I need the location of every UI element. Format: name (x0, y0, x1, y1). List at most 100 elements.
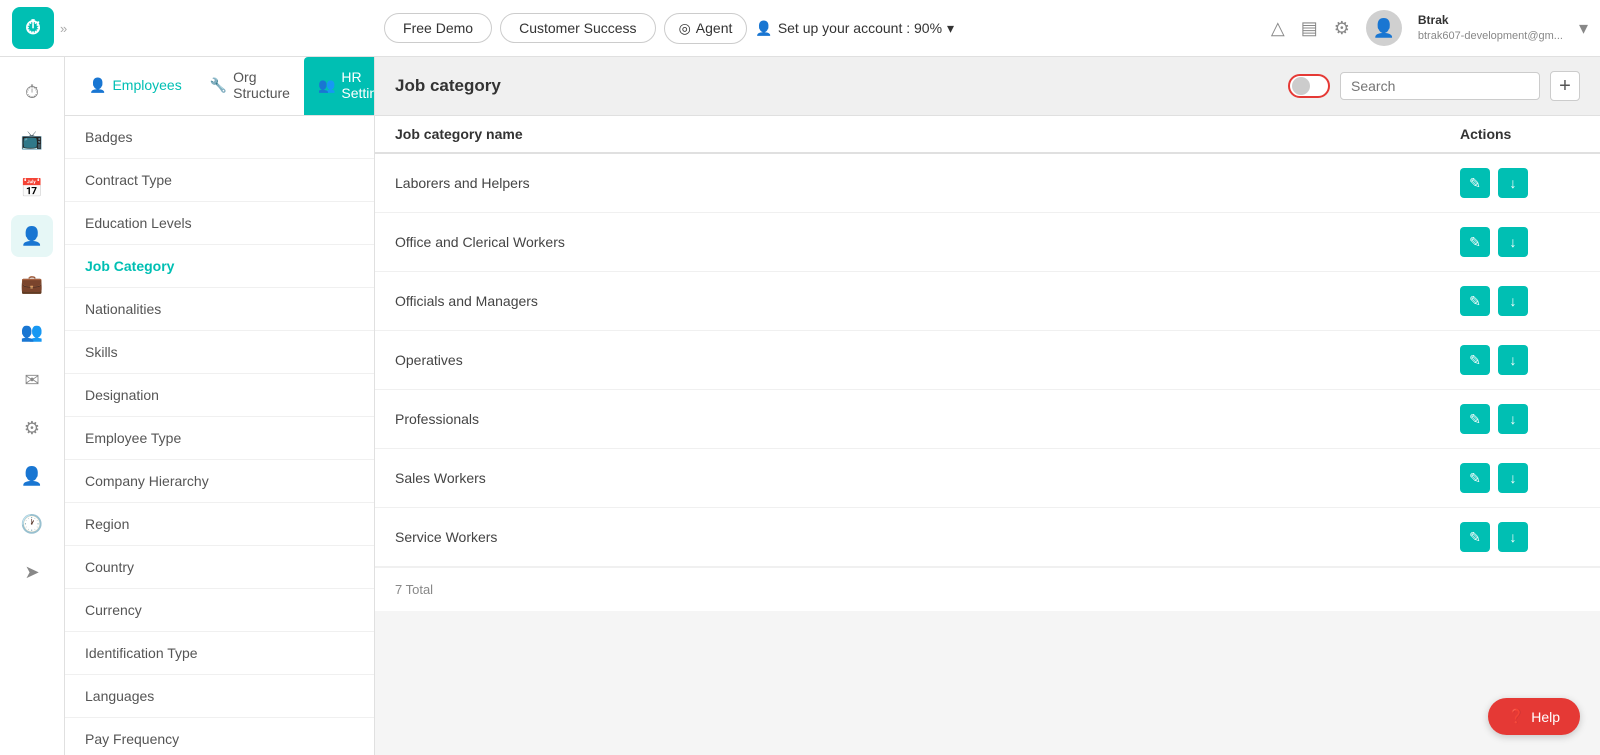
col-job-category-name: Job category name (395, 126, 1460, 142)
sidebar-icon-send[interactable]: ➤ (11, 551, 53, 593)
sidebar-item-employee-type[interactable]: Employee Type (65, 417, 374, 460)
page-title: Job category (395, 76, 501, 96)
avatar-icon: 👤 (1373, 18, 1395, 39)
sidebar-item-languages[interactable]: Languages (65, 675, 374, 718)
sidebar-icon-time[interactable]: 🕐 (11, 503, 53, 545)
document-icon[interactable]: ▤ (1301, 18, 1318, 39)
sidebar-item-nationalities[interactable]: Nationalities (65, 288, 374, 331)
edit-button[interactable]: ✎ (1460, 168, 1490, 198)
header-right: + (1288, 71, 1580, 101)
row-name: Laborers and Helpers (395, 175, 1460, 191)
sidebar-item-skills[interactable]: Skills (65, 331, 374, 374)
action-icons: ✎ ↓ (1460, 463, 1580, 493)
help-button[interactable]: ❓ Help (1488, 698, 1580, 735)
setup-label: Set up your account : 90% (778, 20, 942, 36)
download-button[interactable]: ↓ (1498, 463, 1528, 493)
navbar-center: Free Demo Customer Success ◎ Agent 👤 Set… (87, 13, 1251, 44)
action-icons: ✎ ↓ (1460, 168, 1580, 198)
left-sidebar: ⏱ 📺 📅 👤 💼 👥 ✉ ⚙ 👤 🕐 ➤ (0, 57, 65, 755)
sidebar-item-currency[interactable]: Currency (65, 589, 374, 632)
customer-success-button[interactable]: Customer Success (500, 13, 655, 43)
setup-button[interactable]: 👤 Set up your account : 90% ▾ (755, 20, 954, 37)
download-button[interactable]: ↓ (1498, 227, 1528, 257)
person-setup-icon: 👤 (755, 20, 772, 37)
row-name: Office and Clerical Workers (395, 234, 1460, 250)
sidebar-icon-tv[interactable]: 📺 (11, 119, 53, 161)
sidebar-icon-gear[interactable]: ⚙ (11, 407, 53, 449)
tab-employees-icon: 👤 (89, 77, 106, 94)
sidebar-item-pay-frequency[interactable]: Pay Frequency (65, 718, 374, 755)
download-button[interactable]: ↓ (1498, 404, 1528, 434)
tab-employees[interactable]: 👤 Employees (75, 57, 196, 115)
sidebar-icon-clock[interactable]: ⏱ (11, 71, 53, 113)
search-input[interactable] (1351, 78, 1529, 94)
agent-icon: ◎ (679, 20, 691, 37)
download-button[interactable]: ↓ (1498, 522, 1528, 552)
sidebar-item-education-levels[interactable]: Education Levels (65, 202, 374, 245)
settings-icon[interactable]: ⚙ (1334, 18, 1350, 39)
download-button[interactable]: ↓ (1498, 345, 1528, 375)
sidebar-item-job-category[interactable]: Job Category (65, 245, 374, 288)
search-box (1340, 72, 1540, 100)
agent-label: Agent (696, 20, 733, 36)
sidebar-item-contract-type[interactable]: Contract Type (65, 159, 374, 202)
free-demo-button[interactable]: Free Demo (384, 13, 492, 43)
edit-button[interactable]: ✎ (1460, 463, 1490, 493)
download-button[interactable]: ↓ (1498, 286, 1528, 316)
table-row: Professionals ✎ ↓ (375, 390, 1600, 449)
sidebar-icon-mail[interactable]: ✉ (11, 359, 53, 401)
expand-icon[interactable]: » (60, 21, 67, 36)
sidebar-item-region[interactable]: Region (65, 503, 374, 546)
user-info: Btrak btrak607-development@gm... (1418, 13, 1563, 43)
tab-hr-icon: 👥 (318, 77, 335, 94)
user-dropdown-icon[interactable]: ▾ (1579, 18, 1588, 39)
sidebar-item-badges[interactable]: Badges (65, 116, 374, 159)
alert-icon[interactable]: △ (1271, 18, 1285, 39)
sub-menu-list: Badges Contract Type Education Levels Jo… (65, 116, 374, 755)
row-name: Service Workers (395, 529, 1460, 545)
sidebar-icon-group[interactable]: 👥 (11, 311, 53, 353)
tab-org-icon: 🔧 (210, 77, 227, 94)
navbar: ⏱ » Free Demo Customer Success ◎ Agent 👤… (0, 0, 1600, 57)
table-row: Officials and Managers ✎ ↓ (375, 272, 1600, 331)
sidebar-item-designation[interactable]: Designation (65, 374, 374, 417)
table-row: Laborers and Helpers ✎ ↓ (375, 154, 1600, 213)
edit-button[interactable]: ✎ (1460, 227, 1490, 257)
add-button[interactable]: + (1550, 71, 1580, 101)
edit-button[interactable]: ✎ (1460, 522, 1490, 552)
sub-sidebar-tabs: 👤 Employees 🔧 Org Structure 👥 HR Setting… (65, 57, 374, 116)
sidebar-item-company-hierarchy[interactable]: Company Hierarchy (65, 460, 374, 503)
action-icons: ✎ ↓ (1460, 227, 1580, 257)
user-email: btrak607-development@gm... (1418, 29, 1563, 43)
navbar-right: △ ▤ ⚙ 👤 Btrak btrak607-development@gm...… (1271, 10, 1588, 46)
tab-hr-settings[interactable]: 👥 HR Settings (304, 57, 375, 115)
sidebar-icon-briefcase[interactable]: 💼 (11, 263, 53, 305)
toggle-knob (1292, 77, 1310, 95)
edit-button[interactable]: ✎ (1460, 286, 1490, 316)
user-name: Btrak (1418, 13, 1563, 29)
toggle-switch[interactable] (1288, 74, 1330, 98)
action-icons: ✎ ↓ (1460, 345, 1580, 375)
edit-button[interactable]: ✎ (1460, 404, 1490, 434)
help-icon: ❓ (1508, 708, 1525, 725)
app-logo[interactable]: ⏱ (12, 7, 54, 49)
col-actions: Actions (1460, 126, 1580, 142)
sidebar-item-identification-type[interactable]: Identification Type (65, 632, 374, 675)
table-header: Job category name Actions (375, 116, 1600, 154)
table-row: Office and Clerical Workers ✎ ↓ (375, 213, 1600, 272)
sidebar-item-country[interactable]: Country (65, 546, 374, 589)
sidebar-icon-person[interactable]: 👤 (11, 215, 53, 257)
download-button[interactable]: ↓ (1498, 168, 1528, 198)
sidebar-icon-calendar[interactable]: 📅 (11, 167, 53, 209)
table-row: Sales Workers ✎ ↓ (375, 449, 1600, 508)
table-row: Service Workers ✎ ↓ (375, 508, 1600, 567)
row-name: Sales Workers (395, 470, 1460, 486)
total-count: 7 Total (395, 582, 433, 597)
avatar[interactable]: 👤 (1366, 10, 1402, 46)
agent-button[interactable]: ◎ Agent (664, 13, 748, 44)
sidebar-icon-user2[interactable]: 👤 (11, 455, 53, 497)
tab-org-structure[interactable]: 🔧 Org Structure (196, 57, 304, 115)
action-icons: ✎ ↓ (1460, 522, 1580, 552)
edit-button[interactable]: ✎ (1460, 345, 1490, 375)
tab-hr-label: HR Settings (341, 69, 375, 101)
